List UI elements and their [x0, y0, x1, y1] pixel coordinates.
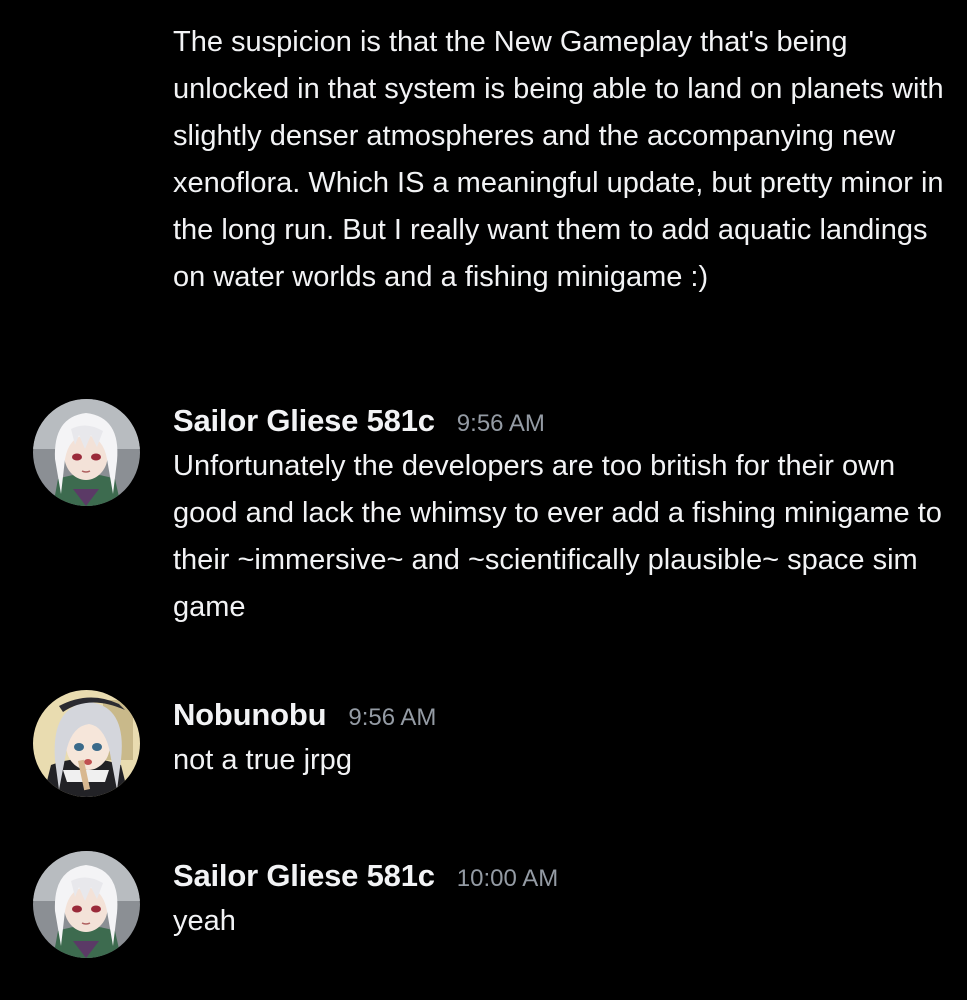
username[interactable]: Nobunobu: [173, 697, 327, 733]
username[interactable]: Sailor Gliese 581c: [173, 403, 435, 439]
white-haired-anime-avatar-icon: [33, 399, 140, 506]
timestamp[interactable]: 10:00 AM: [457, 865, 558, 893]
message-text: The suspicion is that the New Gameplay t…: [173, 26, 944, 293]
message-text: not a true jrpg: [173, 744, 352, 776]
message-header: Sailor Gliese 581c 10:00 AM: [173, 858, 558, 898]
chat-message-list: The suspicion is that the New Gameplay t…: [0, 0, 967, 1000]
white-haired-anime-avatar-icon: [33, 851, 140, 958]
user-avatar[interactable]: [33, 399, 140, 506]
message-header: Nobunobu 9:56 AM: [173, 697, 436, 737]
user-avatar[interactable]: [33, 851, 140, 958]
message-text: yeah: [173, 905, 236, 937]
message-text: Unfortunately the developers are too bri…: [173, 450, 942, 623]
timestamp[interactable]: 9:56 AM: [348, 704, 436, 732]
timestamp[interactable]: 9:56 AM: [457, 410, 545, 438]
silver-haired-anime-avatar-icon: [33, 690, 140, 797]
message-header: Sailor Gliese 581c 9:56 AM: [173, 403, 545, 443]
user-avatar[interactable]: [33, 690, 140, 797]
username[interactable]: Sailor Gliese 581c: [173, 858, 435, 894]
